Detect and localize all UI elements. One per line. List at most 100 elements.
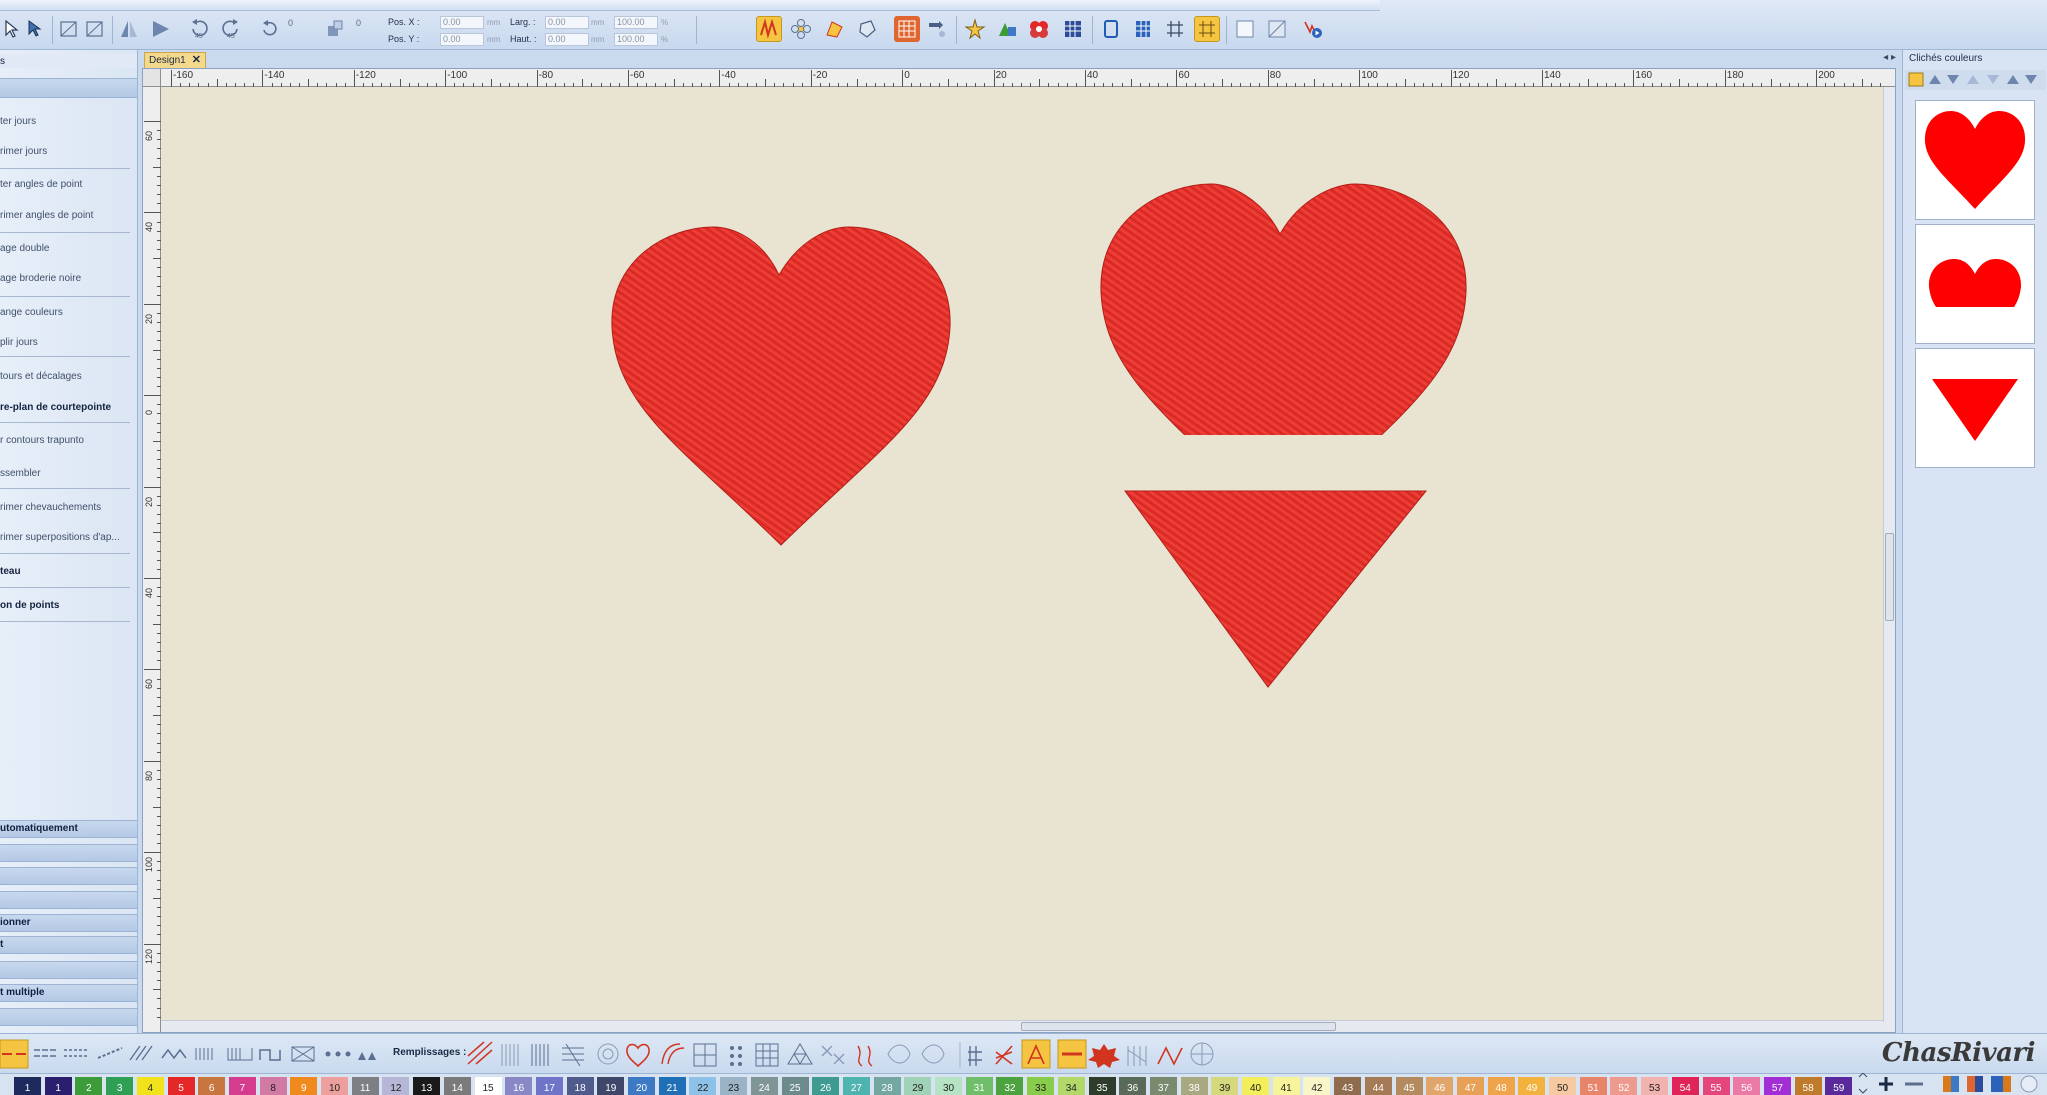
color-swatch[interactable]: 8 [259,1077,287,1095]
tool-item[interactable]: on de points [0,600,59,611]
applique-tool-icon[interactable] [1026,16,1052,42]
background-gradient-icon[interactable] [1264,16,1290,42]
tool-item[interactable]: ssembler [0,468,41,479]
cross-stitch-grid-icon[interactable] [1060,16,1086,42]
tool-item[interactable]: re-plan de courtepointe [0,402,111,413]
color-swatch[interactable]: 4 [136,1077,164,1095]
color-swatch[interactable]: 29 [904,1077,932,1095]
color-swatch[interactable]: 44 [1364,1077,1392,1095]
color-swatch[interactable]: 16 [505,1077,533,1095]
color-swatch[interactable]: 32 [996,1077,1024,1095]
mirror-vertical-icon[interactable] [148,16,174,42]
section-header[interactable] [0,891,137,909]
color-swatch[interactable]: 27 [842,1077,870,1095]
pos-y-input[interactable]: 0.00 [440,33,484,46]
rotate-left-icon[interactable]: 45 [186,16,212,42]
tool-item[interactable]: age double [0,243,50,254]
grid-options-icon[interactable] [1194,16,1220,42]
color-swatch[interactable]: 42 [1303,1077,1331,1095]
color-swatch[interactable]: 23 [720,1077,748,1095]
line-styles-icons[interactable] [0,1034,385,1074]
color-swatch[interactable]: 48 [1487,1077,1515,1095]
color-swatch[interactable]: 18 [566,1077,594,1095]
color-swatch[interactable]: 14 [443,1077,471,1095]
document-tab[interactable]: Design1 ✕ [144,52,206,68]
color-swatch[interactable]: 57 [1763,1077,1791,1095]
color-swatch[interactable]: 36 [1119,1077,1147,1095]
color-swatch[interactable]: 7 [228,1077,256,1095]
move-points-icon[interactable] [924,16,950,42]
color-swatch[interactable]: 11 [351,1077,379,1095]
section-header[interactable]: ionner [0,914,137,932]
rotate-free-icon[interactable] [256,16,282,42]
color-swatch[interactable]: 46 [1426,1077,1454,1095]
angle-value[interactable]: 0 [288,18,293,28]
color-swatch[interactable]: 54 [1671,1077,1699,1095]
color-swatch[interactable]: 35 [1088,1077,1116,1095]
fill-types-icons[interactable] [466,1034,1226,1074]
size-value[interactable]: 0 [356,18,361,28]
color-swatch[interactable]: 40 [1242,1077,1269,1095]
color-swatch[interactable]: 55 [1702,1077,1730,1095]
flower-tool-icon[interactable] [788,16,814,42]
design-canvas[interactable]: -160 -140 -120 -100 -80 -60 -40 -20 0 20 40 60 80 100… [142,68,1896,1033]
color-swatch[interactable]: 38 [1180,1077,1208,1095]
color-swatch[interactable]: 31 [965,1077,993,1095]
pos-x-input[interactable]: 0.00 [440,16,484,29]
color-swatch[interactable]: 58 [1794,1077,1822,1095]
horizontal-scrollbar[interactable] [161,1020,1895,1032]
section-header[interactable] [0,844,137,862]
color-swatch[interactable]: 21 [658,1077,686,1095]
zigzag-stitch-icon[interactable] [756,16,782,42]
section-header[interactable]: utomatiquement [0,820,137,838]
color-swatch[interactable]: 43 [1334,1077,1362,1095]
shapes-tool-icon[interactable] [994,16,1020,42]
polygon-tool-icon[interactable] [854,16,880,42]
color-swatch[interactable]: 28 [873,1077,901,1095]
color-swatch[interactable]: 52 [1610,1077,1638,1095]
color-swatch[interactable]: 15 [474,1077,502,1095]
rotate-right-icon[interactable]: 45 [218,16,244,42]
tool-item[interactable]: age broderie noire [0,273,81,284]
color-swatch[interactable]: 17 [535,1077,563,1095]
color-swatch[interactable]: 25 [781,1077,809,1095]
color-swatch[interactable]: 50 [1549,1077,1576,1095]
color-swatch[interactable]: 53 [1641,1077,1669,1095]
color-swatch[interactable]: 24 [750,1077,778,1095]
color-swatch[interactable]: 19 [597,1077,625,1095]
mirror-horizontal-icon[interactable] [116,16,142,42]
tool-item[interactable]: ange couleurs [0,307,63,318]
color-swatch[interactable]: 30 [935,1077,962,1095]
snapshot-heart-bottom[interactable] [1915,348,2035,468]
tool-item[interactable]: rimer chevauchements [0,502,101,513]
height-input[interactable]: 0.00 [545,33,589,46]
scale-icon[interactable] [322,16,348,42]
tab-nav-arrows-icon[interactable]: ◂ ▸ [1883,52,1896,63]
star-tool-icon[interactable] [962,16,988,42]
hoop-grid-icon[interactable] [1130,16,1156,42]
snapshot-full-heart[interactable] [1915,100,2035,220]
color-swatch[interactable]: 1 [14,1077,41,1095]
color-swatch[interactable]: 45 [1395,1077,1423,1095]
point-select-icon[interactable] [22,16,48,42]
tool-item[interactable]: rimer jours [0,146,47,157]
hoop-icon[interactable] [1098,16,1124,42]
tool-item[interactable]: rimer superpositions d'ap... [0,532,120,543]
tool-item[interactable]: teau [0,566,21,577]
color-swatch[interactable]: 10 [321,1077,348,1095]
stitch-player-icon[interactable] [1300,16,1326,42]
heart-top-half[interactable] [1100,183,1467,527]
color-swatch[interactable]: 47 [1456,1077,1484,1095]
color-swatch[interactable]: 5 [167,1077,195,1095]
color-swatch[interactable]: 9 [290,1077,318,1095]
tool-item[interactable]: r contours trapunto [0,435,84,446]
section-header[interactable] [0,867,137,885]
color-swatch[interactable]: 22 [689,1077,717,1095]
color-swatch[interactable]: 6 [198,1077,226,1095]
color-swatch[interactable]: 37 [1149,1077,1177,1095]
color-swatch[interactable]: 3 [106,1077,134,1095]
color-swatch[interactable]: 13 [413,1077,441,1095]
color-swatch[interactable]: 1 [44,1077,72,1095]
close-icon[interactable]: ✕ [192,53,201,68]
snapshots-toolbar-icons[interactable] [1905,70,2046,90]
